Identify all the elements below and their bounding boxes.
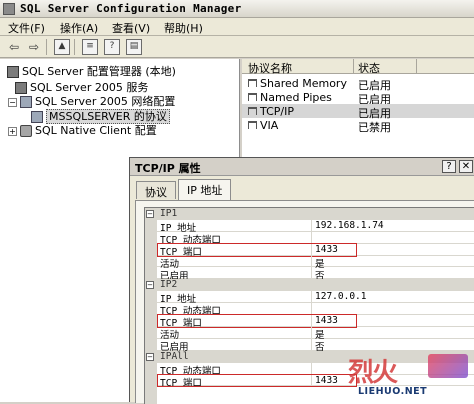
list-header: 协议名称 状态 bbox=[242, 59, 474, 76]
expand-toggle-icon[interactable]: + bbox=[8, 126, 17, 136]
window-title: SQL Server Configuration Manager bbox=[20, 2, 242, 15]
property-value[interactable]: 127.0.0.1 bbox=[315, 291, 366, 302]
column-divider bbox=[311, 255, 312, 268]
property-category[interactable]: − IP1 bbox=[145, 208, 474, 220]
column-divider bbox=[311, 327, 312, 339]
menu-file[interactable]: 文件(F) bbox=[8, 20, 45, 36]
tcp-port-highlight bbox=[157, 242, 357, 257]
property-row[interactable]: 已启用否 bbox=[145, 267, 474, 282]
toolbar-separator bbox=[46, 39, 47, 55]
title-bar: SQL Server Configuration Manager bbox=[0, 0, 474, 18]
watermark-url: LIEHUO.NET bbox=[358, 386, 428, 397]
category-label: IP2 bbox=[160, 279, 178, 291]
column-divider bbox=[311, 291, 312, 304]
toolbar-separator bbox=[74, 39, 75, 55]
dialog-title: TCP/IP 属性 bbox=[135, 162, 201, 175]
menu-action[interactable]: 操作(A) bbox=[60, 20, 98, 36]
collapse-toggle-icon[interactable]: − bbox=[146, 352, 154, 361]
column-divider[interactable] bbox=[416, 59, 417, 74]
dialog-tabs: 协议 IP 地址 bbox=[130, 178, 474, 200]
list-item[interactable]: Shared Memory 已启用 bbox=[242, 76, 474, 92]
tree-item-label: SQL Server 配置管理器 (本地) bbox=[22, 65, 176, 78]
app-icon bbox=[3, 3, 15, 15]
back-arrow-icon[interactable]: ⇦ bbox=[6, 39, 22, 55]
property-category[interactable]: − IP2 bbox=[145, 279, 474, 292]
menu-bar: 文件(F) 操作(A) 查看(V) 帮助(H) bbox=[0, 18, 474, 36]
dialog-title-bar: TCP/IP 属性 ? ✕ bbox=[130, 158, 474, 176]
protocol-name: Named Pipes bbox=[260, 91, 332, 104]
property-row[interactable]: 活动是 bbox=[145, 327, 474, 341]
client-icon bbox=[20, 125, 32, 137]
protocol-icon bbox=[248, 121, 257, 129]
tree-item-label: SQL Native Client 配置 bbox=[35, 124, 157, 137]
tab-protocol[interactable]: 协议 bbox=[136, 181, 176, 199]
list-item[interactable]: Named Pipes 已启用 bbox=[242, 90, 474, 106]
category-label: IP1 bbox=[160, 208, 178, 219]
watermark-logo: 烈火 bbox=[348, 358, 398, 388]
watermark-badge bbox=[428, 354, 468, 378]
protocol-state: 已禁用 bbox=[358, 121, 391, 134]
tcp-port-highlight bbox=[157, 314, 357, 328]
tree-item-network-config[interactable]: − SQL Server 2005 网络配置 bbox=[8, 93, 176, 108]
help-icon[interactable]: ? bbox=[442, 160, 456, 173]
collapse-toggle-icon[interactable]: − bbox=[146, 281, 154, 290]
column-divider bbox=[311, 338, 312, 351]
tree-item-label: SQL Server 2005 网络配置 bbox=[35, 95, 176, 108]
column-divider[interactable] bbox=[353, 59, 354, 74]
collapse-toggle-icon[interactable]: − bbox=[8, 97, 17, 107]
show-hide-icon[interactable]: ▤ bbox=[126, 39, 142, 55]
network-icon bbox=[20, 96, 32, 108]
collapse-toggle-icon[interactable]: − bbox=[146, 210, 154, 218]
property-row[interactable]: IP 地址 127.0.0.1 bbox=[145, 291, 474, 305]
close-icon[interactable]: ✕ bbox=[459, 160, 473, 173]
column-state[interactable]: 状态 bbox=[358, 60, 380, 76]
protocol-name: VIA bbox=[260, 119, 279, 132]
category-label: IPAll bbox=[160, 350, 189, 362]
tree-item-services[interactable]: SQL Server 2005 服务 bbox=[12, 79, 148, 94]
property-value[interactable]: 192.168.1.74 bbox=[315, 220, 384, 231]
property-row[interactable]: 已启用否 bbox=[145, 338, 474, 353]
protocol-icon bbox=[248, 93, 257, 101]
tcp-port-highlight bbox=[157, 373, 357, 388]
protocol-icon bbox=[248, 79, 257, 87]
column-protocol-name[interactable]: 协议名称 bbox=[248, 60, 292, 76]
protocol-icon bbox=[248, 107, 257, 115]
menu-view[interactable]: 查看(V) bbox=[112, 20, 150, 36]
protocol-name: Shared Memory bbox=[260, 77, 347, 90]
up-folder-icon[interactable]: ▲ bbox=[54, 39, 70, 55]
properties-icon[interactable]: ≡ bbox=[82, 39, 98, 55]
property-row[interactable]: 活动是 bbox=[145, 255, 474, 270]
tree-item-native-client[interactable]: + SQL Native Client 配置 bbox=[8, 122, 157, 137]
tree-item-root[interactable]: SQL Server 配置管理器 (本地) bbox=[4, 63, 176, 78]
tab-ip-addresses[interactable]: IP 地址 bbox=[178, 179, 232, 200]
property-row[interactable]: IP 地址 192.168.1.74 bbox=[145, 219, 474, 234]
help-icon[interactable]: ? bbox=[104, 39, 120, 55]
forward-arrow-icon[interactable]: ⇨ bbox=[26, 39, 42, 55]
protocol-name: TCP/IP bbox=[260, 105, 294, 118]
list-item[interactable]: VIA 已禁用 bbox=[242, 118, 474, 134]
list-item[interactable]: TCP/IP 已启用 bbox=[242, 104, 474, 120]
server-icon bbox=[7, 66, 19, 78]
tree-item-mssqlserver-protocols[interactable]: MSSQLSERVER 的协议 bbox=[28, 108, 170, 124]
column-divider bbox=[311, 219, 312, 232]
toolbar: ⇦ ⇨ ▲ ≡ ? ▤ bbox=[0, 36, 474, 58]
menu-help[interactable]: 帮助(H) bbox=[164, 20, 203, 36]
site-watermark: 烈火 LIEHUO.NET bbox=[330, 350, 474, 402]
column-divider bbox=[311, 267, 312, 280]
